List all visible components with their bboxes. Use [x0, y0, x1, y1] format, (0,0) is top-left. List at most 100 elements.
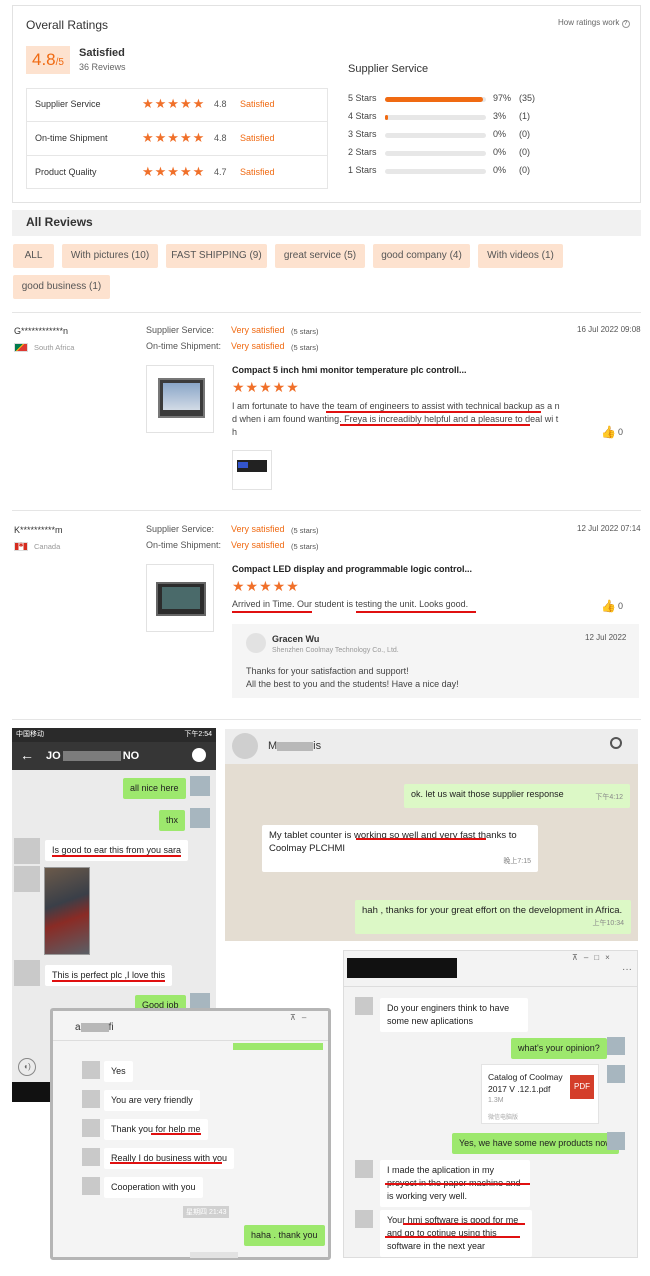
avatar [82, 1061, 100, 1079]
star-level-bar-fill [385, 97, 483, 102]
redaction [347, 958, 457, 978]
star-level-count: (0) [519, 165, 530, 175]
star-level-bar-fill [385, 115, 389, 120]
underline-mark [110, 1162, 222, 1164]
reply-line: All the best to you and the students! Ha… [246, 679, 459, 689]
clock-label: 下午2:54 [184, 731, 212, 738]
file-attachment[interactable]: Catalog of Coolmay 2017 V .12.1.pdf 1.3M… [481, 1064, 599, 1124]
divider [26, 155, 328, 156]
filter-with-pictures[interactable]: With pictures (10) [62, 244, 158, 268]
underline-mark [385, 1236, 520, 1238]
review-photo-thumbnail[interactable] [232, 450, 272, 490]
underline-mark [403, 1223, 525, 1225]
star-level-label: 3 Stars [348, 129, 377, 139]
score-box: 4.8/5 [26, 46, 70, 74]
chat-photo[interactable] [44, 867, 90, 955]
back-arrow-icon[interactable]: ← [20, 747, 34, 763]
contact-name: a fi [75, 1022, 114, 1033]
chat-message-sent: Yes, we have some new products now [452, 1133, 619, 1154]
avatar [190, 808, 210, 828]
supplier-service-stars: (5 stars) [291, 327, 319, 336]
avatar [14, 866, 40, 892]
review-star-icon: ★★★★★ [232, 578, 300, 594]
thumbs-up-icon[interactable]: 👍 [601, 599, 616, 613]
thumbs-up-icon[interactable]: 👍 [601, 425, 616, 439]
voice-input-icon[interactable]: ◖) [18, 1058, 36, 1076]
flag-canada-icon: ✱ [14, 542, 28, 551]
divider [12, 312, 641, 313]
shipment-value: Very satisfied [231, 540, 285, 550]
reviewer-country: South Africa [34, 343, 75, 352]
avatar [82, 1177, 100, 1195]
window-controls[interactable]: ⊼– [290, 1013, 312, 1022]
avatar [355, 1210, 373, 1228]
product-image[interactable] [146, 564, 214, 632]
reply-line: Thanks for your satisfaction and support… [246, 666, 409, 676]
product-title[interactable]: Compact LED display and programmable log… [232, 564, 472, 574]
file-size: 1.3M [488, 1097, 504, 1104]
avatar [355, 1160, 373, 1178]
redaction [12, 1082, 54, 1102]
chat-message-sent: haha . thank you [244, 1225, 325, 1246]
message-text: Is good to ear this from you sara [52, 845, 182, 857]
shipment-stars: (5 stars) [291, 542, 319, 551]
chat-message-received: Is good to ear this from you sara [45, 840, 189, 861]
overall-count: 36 Reviews [79, 62, 126, 72]
star-rating-icon: ★★★★★ [142, 130, 206, 145]
help-icon: ? [621, 20, 630, 28]
search-icon[interactable] [610, 737, 622, 749]
overall-ratings-title: Overall Ratings [26, 18, 109, 32]
chat-message-received: This is perfect plc ,I love this [45, 965, 173, 986]
rating-label: On-time Shipment [35, 133, 108, 143]
star-level-bar [385, 97, 486, 102]
chat-message-received: Your hmi software is good for me and go … [380, 1210, 532, 1257]
filter-with-videos[interactable]: With videos (1) [478, 244, 563, 268]
product-image[interactable] [146, 365, 214, 433]
filter-good-company[interactable]: good company (4) [373, 244, 470, 268]
star-level-percent: 3% [493, 111, 507, 121]
message-text: My tablet counter is working so well and… [269, 830, 517, 854]
more-options-icon[interactable]: ··· [622, 964, 632, 975]
star-level-bar [385, 133, 486, 138]
reviewer-name: G************n [14, 326, 69, 336]
filter-great-service[interactable]: great service (5) [275, 244, 365, 268]
chat-timestamp: 星期四 21:43 [183, 1206, 230, 1218]
overall-out-of: /5 [55, 57, 64, 68]
chat-message-received: Really I do business with you [104, 1148, 235, 1169]
product-title[interactable]: Compact 5 inch hmi monitor temperature p… [232, 365, 467, 375]
message-text: ok. let us wait those supplier response [411, 789, 564, 799]
overall-score: 4.8 [32, 50, 56, 69]
filter-all[interactable]: ALL [13, 244, 54, 268]
star-level-percent: 0% [493, 129, 507, 139]
avatar [607, 1132, 625, 1150]
chat-title: JO NO [46, 750, 139, 762]
underline-mark [356, 838, 486, 840]
star-level-bar [385, 169, 486, 174]
message-time: 上午10:34 [592, 920, 624, 927]
redaction [80, 1022, 109, 1032]
how-ratings-work-label: How ratings work [558, 18, 620, 27]
message-text: This is perfect plc ,I love this [52, 970, 166, 982]
avatar [607, 1065, 625, 1083]
star-level-bar [385, 151, 486, 156]
review-text: I am fortunate to have the team of engin… [232, 401, 560, 437]
underline-mark [326, 411, 541, 413]
user-profile-icon[interactable] [192, 748, 206, 762]
chat-message-sent: hah , thanks for your great effort on th… [355, 900, 631, 934]
filter-fast-shipping[interactable]: FAST SHIPPING (9) [166, 244, 267, 268]
underline-mark [232, 611, 312, 613]
star-level-count: (0) [519, 147, 530, 157]
window-controls[interactable]: ⊼–□× [572, 953, 616, 962]
chat-message-sent: thx [159, 810, 186, 831]
star-level-count: (0) [519, 129, 530, 139]
avatar [14, 838, 40, 864]
rating-status: Satisfied [240, 167, 275, 177]
star-level-count: (35) [519, 93, 536, 103]
chat-message-sent: all nice here [123, 778, 186, 799]
filter-good-business[interactable]: good business (1) [13, 275, 110, 299]
supplier-service-value: Very satisfied [231, 524, 285, 534]
how-ratings-work-link[interactable]: How ratings work ? [558, 18, 630, 28]
star-level-percent: 0% [493, 165, 507, 175]
star-level-percent: 0% [493, 147, 507, 157]
shipment-stars: (5 stars) [291, 343, 319, 352]
